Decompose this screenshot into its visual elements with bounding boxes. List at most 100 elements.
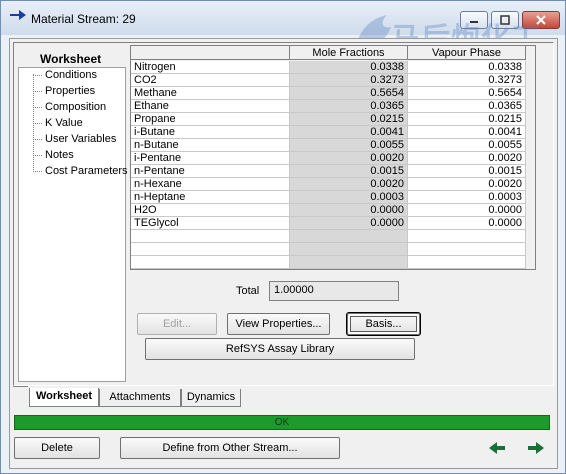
worksheet-panel: Worksheet Conditions Properties Composit… xyxy=(13,42,554,386)
component-cell xyxy=(131,243,290,256)
mole-fraction-cell[interactable]: 0.0041 xyxy=(290,126,408,139)
nav-title: Worksheet xyxy=(40,52,102,66)
tab-strip: Worksheet Attachments Dynamics xyxy=(13,388,556,407)
tree-branch xyxy=(33,155,42,156)
grid-header-vapour-phase[interactable]: Vapour Phase xyxy=(408,46,526,60)
table-row[interactable]: CO2 0.3273 0.3273 xyxy=(131,74,526,87)
nav-item-composition[interactable]: Composition xyxy=(45,101,106,113)
vapour-phase-cell: 0.0365 xyxy=(408,100,526,113)
mole-fraction-cell[interactable] xyxy=(290,230,408,243)
mole-fraction-cell[interactable]: 0.0000 xyxy=(290,217,408,230)
grid-header-mole-fractions[interactable]: Mole Fractions xyxy=(290,46,408,60)
component-cell xyxy=(131,230,290,243)
vapour-phase-cell: 0.0338 xyxy=(408,61,526,74)
nav-item-notes[interactable]: Notes xyxy=(45,149,74,161)
minimize-button[interactable] xyxy=(460,11,488,29)
vapour-phase-cell: 0.0055 xyxy=(408,139,526,152)
maximize-button[interactable] xyxy=(491,11,519,29)
vapour-phase-cell: 0.3273 xyxy=(408,74,526,87)
tab-attachments[interactable]: Attachments xyxy=(99,389,181,407)
basis-button[interactable]: Basis... xyxy=(346,312,421,336)
maximize-icon xyxy=(500,15,510,25)
component-cell: n-Pentane xyxy=(131,165,290,178)
component-cell: Ethane xyxy=(131,100,290,113)
table-row[interactable]: Nitrogen 0.0338 0.0338 xyxy=(131,61,526,74)
mole-fraction-cell[interactable]: 0.0003 xyxy=(290,191,408,204)
minimize-icon xyxy=(470,21,478,23)
nav-item-cost-parameters[interactable]: Cost Parameters xyxy=(45,165,128,177)
view-properties-button[interactable]: View Properties... xyxy=(227,313,330,335)
component-cell: TEGlycol xyxy=(131,217,290,230)
vapour-phase-cell: 0.0020 xyxy=(408,152,526,165)
mole-fraction-cell[interactable] xyxy=(290,243,408,256)
component-cell: Propane xyxy=(131,113,290,126)
title-bar[interactable]: Material Stream: 29 xyxy=(1,1,565,35)
edit-button[interactable]: Edit... xyxy=(137,313,217,335)
table-row[interactable]: Methane 0.5654 0.5654 xyxy=(131,87,526,100)
vapour-phase-cell: 0.0020 xyxy=(408,178,526,191)
tree-branch xyxy=(33,139,42,140)
component-cell: n-Hexane xyxy=(131,178,290,191)
tab-dynamics[interactable]: Dynamics xyxy=(181,389,241,407)
vapour-phase-cell xyxy=(408,230,526,243)
table-row[interactable]: i-Butane 0.0041 0.0041 xyxy=(131,126,526,139)
mole-fraction-cell[interactable]: 0.0020 xyxy=(290,152,408,165)
tab-worksheet[interactable]: Worksheet xyxy=(29,388,99,407)
arrow-right-icon[interactable] xyxy=(522,437,548,459)
mole-fraction-cell[interactable] xyxy=(290,269,408,270)
material-stream-window: Material Stream: 29 马后炮化工 MAHOUPAO Works… xyxy=(0,0,566,474)
table-row[interactable]: n-Hexane 0.0020 0.0020 xyxy=(131,178,526,191)
table-row[interactable]: n-Pentane 0.0015 0.0015 xyxy=(131,165,526,178)
component-cell: n-Butane xyxy=(131,139,290,152)
table-row[interactable]: TEGlycol 0.0000 0.0000 xyxy=(131,217,526,230)
component-cell: H2O xyxy=(131,204,290,217)
table-row[interactable]: i-Pentane 0.0020 0.0020 xyxy=(131,152,526,165)
table-row[interactable] xyxy=(131,256,526,269)
close-button[interactable] xyxy=(522,11,560,29)
mole-fraction-cell[interactable]: 0.0020 xyxy=(290,178,408,191)
vapour-phase-cell xyxy=(408,269,526,270)
component-cell: Methane xyxy=(131,87,290,100)
total-label: Total xyxy=(236,285,260,297)
table-row[interactable]: n-Heptane 0.0003 0.0003 xyxy=(131,191,526,204)
mole-fraction-cell[interactable]: 0.0000 xyxy=(290,204,408,217)
mole-fraction-cell[interactable]: 0.5654 xyxy=(290,87,408,100)
table-row[interactable]: Propane 0.0215 0.0215 xyxy=(131,113,526,126)
table-row[interactable]: H2O 0.0000 0.0000 xyxy=(131,204,526,217)
table-row[interactable]: Ethane 0.0365 0.0365 xyxy=(131,100,526,113)
vapour-phase-cell xyxy=(408,243,526,256)
tab-strip-line xyxy=(13,386,28,387)
refsys-assay-library-button[interactable]: RefSYS Assay Library xyxy=(145,338,415,360)
nav-item-k-value[interactable]: K Value xyxy=(45,117,83,129)
vapour-phase-cell: 0.0000 xyxy=(408,217,526,230)
mole-fraction-cell[interactable]: 0.0215 xyxy=(290,113,408,126)
define-from-other-stream-button[interactable]: Define from Other Stream... xyxy=(120,437,340,459)
mole-fraction-cell[interactable]: 0.0015 xyxy=(290,165,408,178)
table-row[interactable]: n-Butane 0.0055 0.0055 xyxy=(131,139,526,152)
nav-item-properties[interactable]: Properties xyxy=(45,85,95,97)
composition-grid[interactable]: Mole Fractions Vapour Phase Nitrogen 0.03… xyxy=(130,45,536,270)
vapour-phase-cell xyxy=(408,256,526,269)
mole-fraction-cell[interactable] xyxy=(290,256,408,269)
tree-branch xyxy=(33,91,42,92)
mole-fraction-cell[interactable]: 0.3273 xyxy=(290,74,408,87)
mole-fraction-cell[interactable]: 0.0365 xyxy=(290,100,408,113)
table-row[interactable] xyxy=(131,230,526,243)
close-icon xyxy=(536,15,546,25)
component-cell: n-Heptane xyxy=(131,191,290,204)
vapour-phase-cell: 0.0215 xyxy=(408,113,526,126)
component-cell xyxy=(131,269,290,270)
status-bar: OK xyxy=(14,415,550,430)
arrow-left-icon[interactable] xyxy=(485,437,511,459)
component-cell: i-Pentane xyxy=(131,152,290,165)
mole-fraction-cell[interactable]: 0.0338 xyxy=(290,61,408,74)
vapour-phase-cell: 0.5654 xyxy=(408,87,526,100)
table-row[interactable] xyxy=(131,243,526,256)
vapour-phase-cell: 0.0015 xyxy=(408,165,526,178)
nav-item-user-variables[interactable]: User Variables xyxy=(45,133,116,145)
component-cell: CO2 xyxy=(131,74,290,87)
table-row[interactable] xyxy=(131,269,526,270)
delete-button[interactable]: Delete xyxy=(14,437,100,459)
nav-item-conditions[interactable]: Conditions xyxy=(45,69,97,81)
mole-fraction-cell[interactable]: 0.0055 xyxy=(290,139,408,152)
